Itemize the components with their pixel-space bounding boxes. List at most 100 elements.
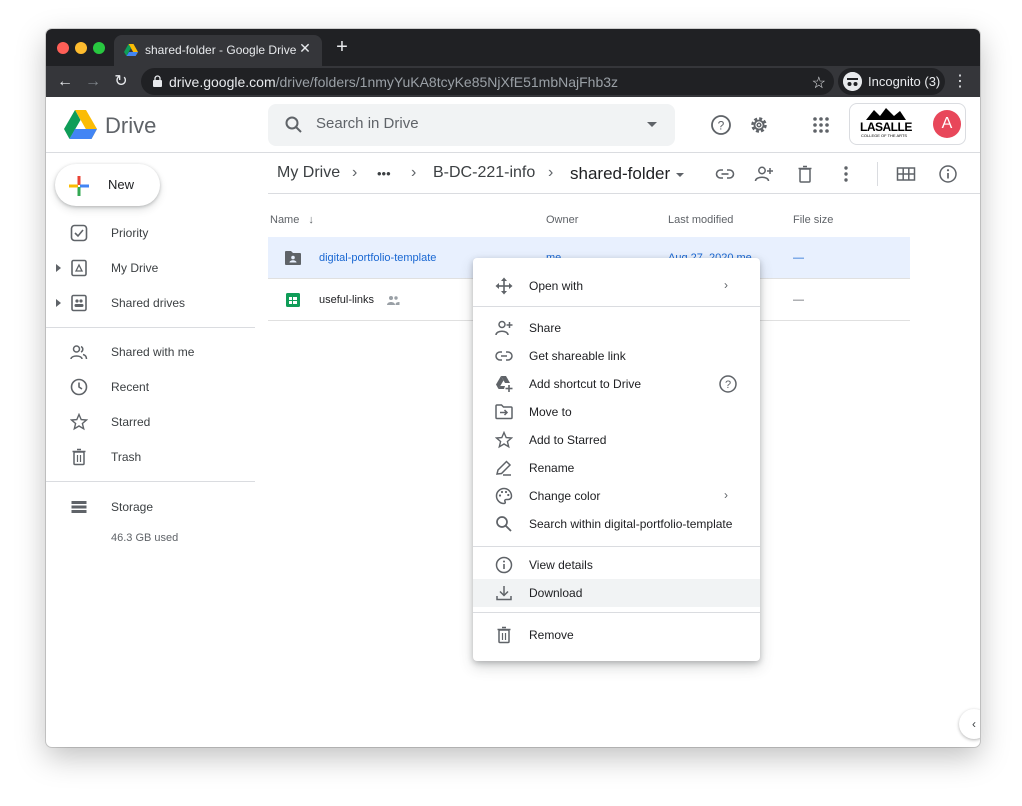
address-bar[interactable]: drive.google.com/drive/folders/1nmyYuKA8… — [141, 68, 834, 95]
search-bar[interactable] — [268, 104, 675, 146]
title-bar: shared-folder - Google Drive ✕ + — [46, 29, 980, 66]
menu-item-label: Download — [529, 586, 583, 600]
menu-item-label: Change color — [529, 489, 601, 503]
sidebar-divider — [46, 481, 255, 482]
column-header-last-modified[interactable]: Last modified — [668, 214, 733, 226]
context-menu: Open with › Share Get shareable link Add… — [473, 258, 760, 661]
menu-item-remove[interactable]: Remove — [473, 621, 760, 649]
apps-grid-icon[interactable] — [809, 113, 833, 137]
breadcrumb-ellipsis[interactable]: ••• — [377, 166, 391, 181]
side-panel-toggle-icon[interactable]: ‹ — [959, 709, 980, 739]
menu-item-change-color[interactable]: Change color › — [473, 482, 760, 510]
incognito-label: Incognito (3) — [868, 74, 941, 89]
menu-item-download[interactable]: Download — [473, 579, 760, 607]
menu-item-open-with[interactable]: Open with › — [473, 272, 760, 300]
new-button[interactable]: New — [55, 164, 160, 206]
menu-item-label: Rename — [529, 461, 575, 475]
menu-item-get-shareable-link[interactable]: Get shareable link — [473, 342, 760, 370]
open-with-icon — [495, 277, 513, 295]
star-icon — [70, 413, 88, 431]
palette-icon — [495, 487, 513, 505]
sidebar-item-shared-drives[interactable]: Shared drives — [46, 286, 255, 320]
trash-icon — [497, 626, 511, 644]
browser-tab[interactable]: shared-folder - Google Drive ✕ — [114, 35, 322, 66]
menu-divider — [473, 306, 760, 307]
sidebar-item-shared-with-me[interactable]: Shared with me — [46, 335, 255, 369]
sort-arrow-down-icon[interactable]: ↓ — [308, 214, 314, 226]
menu-item-label: Open with — [529, 279, 584, 293]
column-header-name[interactable]: Name ↓ — [270, 214, 314, 226]
menu-item-share[interactable]: Share — [473, 314, 760, 342]
back-arrow-icon[interactable]: ← — [54, 71, 76, 93]
expand-caret-icon[interactable] — [56, 299, 61, 307]
shared-with-me-icon — [70, 345, 88, 360]
spreadsheet-icon — [286, 293, 300, 307]
chevron-right-icon: › — [724, 488, 728, 502]
menu-item-move-to[interactable]: Move to — [473, 398, 760, 426]
menu-item-label: Search within digital-portfolio-template — [529, 517, 733, 531]
forward-arrow-icon[interactable]: → — [82, 71, 104, 93]
plus-icon — [69, 176, 89, 196]
add-shortcut-icon — [496, 376, 513, 392]
expand-caret-icon[interactable] — [56, 264, 61, 272]
menu-item-add-to-starred[interactable]: Add to Starred — [473, 426, 760, 454]
minimize-window-button[interactable] — [75, 42, 87, 54]
column-header-file-size: File size — [793, 214, 834, 226]
sidebar-item-starred[interactable]: Starred — [46, 405, 255, 439]
drive-logo-icon[interactable] — [64, 110, 97, 139]
file-name[interactable]: useful-links — [319, 294, 374, 306]
sidebar-item-label: Starred — [111, 415, 151, 429]
incognito-icon — [843, 72, 862, 91]
maximize-window-button[interactable] — [93, 42, 105, 54]
download-icon — [496, 586, 512, 601]
menu-item-label: Share — [529, 321, 562, 335]
clock-icon — [70, 378, 88, 396]
browser-menu-icon[interactable]: ⋮ — [952, 71, 968, 91]
trash-icon — [72, 448, 86, 466]
file-size: — — [793, 252, 804, 264]
grid-view-icon[interactable] — [896, 164, 916, 184]
link-icon[interactable] — [715, 164, 735, 184]
sidebar-item-label: Recent — [111, 380, 150, 394]
incognito-badge[interactable]: Incognito (3) — [838, 68, 945, 95]
sidebar-item-label: Trash — [111, 450, 142, 464]
settings-gear-icon[interactable] — [747, 113, 771, 137]
chevron-right-icon: › — [724, 278, 728, 292]
breadcrumb-current[interactable]: shared-folder — [570, 164, 670, 184]
menu-item-search-within[interactable]: Search within digital-portfolio-template — [473, 510, 760, 538]
search-icon — [285, 116, 302, 133]
toolbar-divider — [877, 162, 878, 186]
chevron-right-icon: › — [352, 164, 358, 181]
sidebar-item-label: Priority — [111, 226, 149, 240]
avatar[interactable]: A — [933, 110, 961, 138]
sidebar-item-priority[interactable]: Priority — [46, 216, 255, 250]
menu-item-view-details[interactable]: View details — [473, 551, 760, 579]
close-window-button[interactable] — [57, 42, 69, 54]
search-options-icon[interactable] — [647, 122, 657, 127]
add-person-icon[interactable] — [754, 164, 774, 184]
account-switcher[interactable]: LASALLE COLLEGE OF THE ARTS A — [849, 103, 966, 145]
sidebar-item-recent[interactable]: Recent — [46, 370, 255, 404]
trash-icon[interactable] — [795, 164, 815, 184]
breadcrumb-parent[interactable]: B-DC-221-info — [433, 164, 535, 182]
bookmark-star-icon[interactable]: ☆ — [812, 73, 826, 93]
menu-item-add-shortcut[interactable]: Add shortcut to Drive ? — [473, 370, 760, 398]
sidebar-item-my-drive[interactable]: My Drive — [46, 251, 255, 285]
file-name[interactable]: digital-portfolio-template — [319, 252, 436, 264]
menu-item-rename[interactable]: Rename — [473, 454, 760, 482]
sidebar-item-storage[interactable]: Storage — [46, 490, 255, 524]
drive-favicon-icon — [124, 44, 138, 56]
help-icon[interactable]: ? — [718, 374, 738, 394]
more-vert-icon[interactable] — [836, 164, 856, 184]
tab-close-icon[interactable]: ✕ — [296, 40, 314, 57]
help-icon[interactable]: ? — [709, 113, 733, 137]
sidebar-item-trash[interactable]: Trash — [46, 440, 255, 474]
breadcrumb-my-drive[interactable]: My Drive — [277, 164, 340, 182]
search-icon — [496, 516, 512, 532]
reload-icon[interactable]: ↻ — [110, 71, 132, 93]
chevron-down-icon[interactable] — [676, 173, 684, 177]
column-header-owner: Owner — [546, 214, 579, 226]
search-input[interactable] — [316, 115, 616, 132]
info-icon[interactable] — [938, 164, 958, 184]
new-tab-button[interactable]: + — [332, 37, 352, 57]
